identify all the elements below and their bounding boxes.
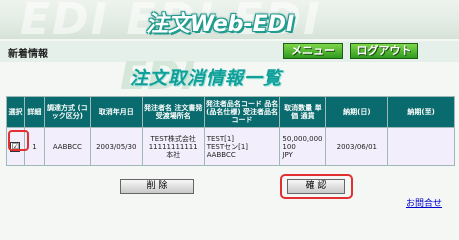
- section-label: 新着情報: [8, 49, 48, 60]
- col-due-from: 納期(日): [325, 96, 389, 128]
- col-detail: 詳細: [23, 96, 45, 128]
- supplier-item-code: AABBCC: [206, 150, 236, 159]
- table-row: ☑ 1 AABBCC 2003/05/30 TEST株式会社 111111111…: [6, 127, 455, 166]
- col-orderer: 発注者名 注文書発 受渡場所名: [141, 96, 205, 128]
- contact-link[interactable]: お問合せ: [406, 196, 442, 209]
- col-method: 調達方式 (コック区分): [43, 96, 91, 128]
- page-title-area: EDI 注文取消情報一覧: [0, 61, 459, 91]
- delivery-place: 本社: [166, 150, 181, 159]
- cancel-quantity: 50,000,000: [282, 134, 323, 143]
- orderer-code: 11111111111: [148, 142, 198, 151]
- due-to-cell: [387, 127, 455, 166]
- checkbox-highlight: [8, 130, 29, 151]
- currency: JPY: [282, 150, 293, 159]
- orderer-name: TEST株式会社: [150, 134, 196, 143]
- unit-price: 100: [282, 142, 296, 151]
- orderer-cell: TEST株式会社 11111111111 本社: [141, 127, 205, 166]
- header-banner: EDI EDI EDI 注文Web-EDI: [0, 0, 459, 39]
- item-code: TEST[1]: [206, 134, 235, 143]
- delete-button[interactable]: 削 除: [120, 179, 194, 194]
- due-from-cell: 2003/06/01: [325, 127, 389, 166]
- item-name: TESTセン[1]: [206, 142, 249, 151]
- quantity-cell: 50,000,000 100 JPY: [279, 127, 327, 166]
- item-cell: TEST[1] TESTセン[1] AABBCC: [203, 127, 281, 166]
- col-quantity: 取消数量 単価 通貨: [279, 96, 327, 128]
- cancel-date-cell: 2003/05/30: [89, 127, 143, 166]
- page-title: 注文取消情報一覧: [130, 68, 282, 89]
- app-logo: 注文Web-EDI: [146, 12, 295, 37]
- table-header-row: 選択 詳細 調達方式 (コック区分) 取消年月日 発注者名 注文書発 受渡場所名…: [6, 96, 455, 128]
- method-cell: AABBCC: [43, 127, 91, 166]
- col-cancel-date: 取消年月日: [89, 96, 143, 128]
- col-due-to: 納期(至): [387, 96, 455, 128]
- menu-button[interactable]: メニュー: [283, 43, 343, 59]
- logout-button[interactable]: ログアウト: [350, 43, 418, 59]
- cancel-table: 選択 詳細 調達方式 (コック区分) 取消年月日 発注者名 注文書発 受渡場所名…: [6, 96, 455, 166]
- col-item-code: 発注者品名コード 品名(品名仕様) 受注者品名コード: [203, 96, 281, 128]
- col-select: 選択: [6, 96, 25, 128]
- confirm-highlight: [280, 174, 353, 199]
